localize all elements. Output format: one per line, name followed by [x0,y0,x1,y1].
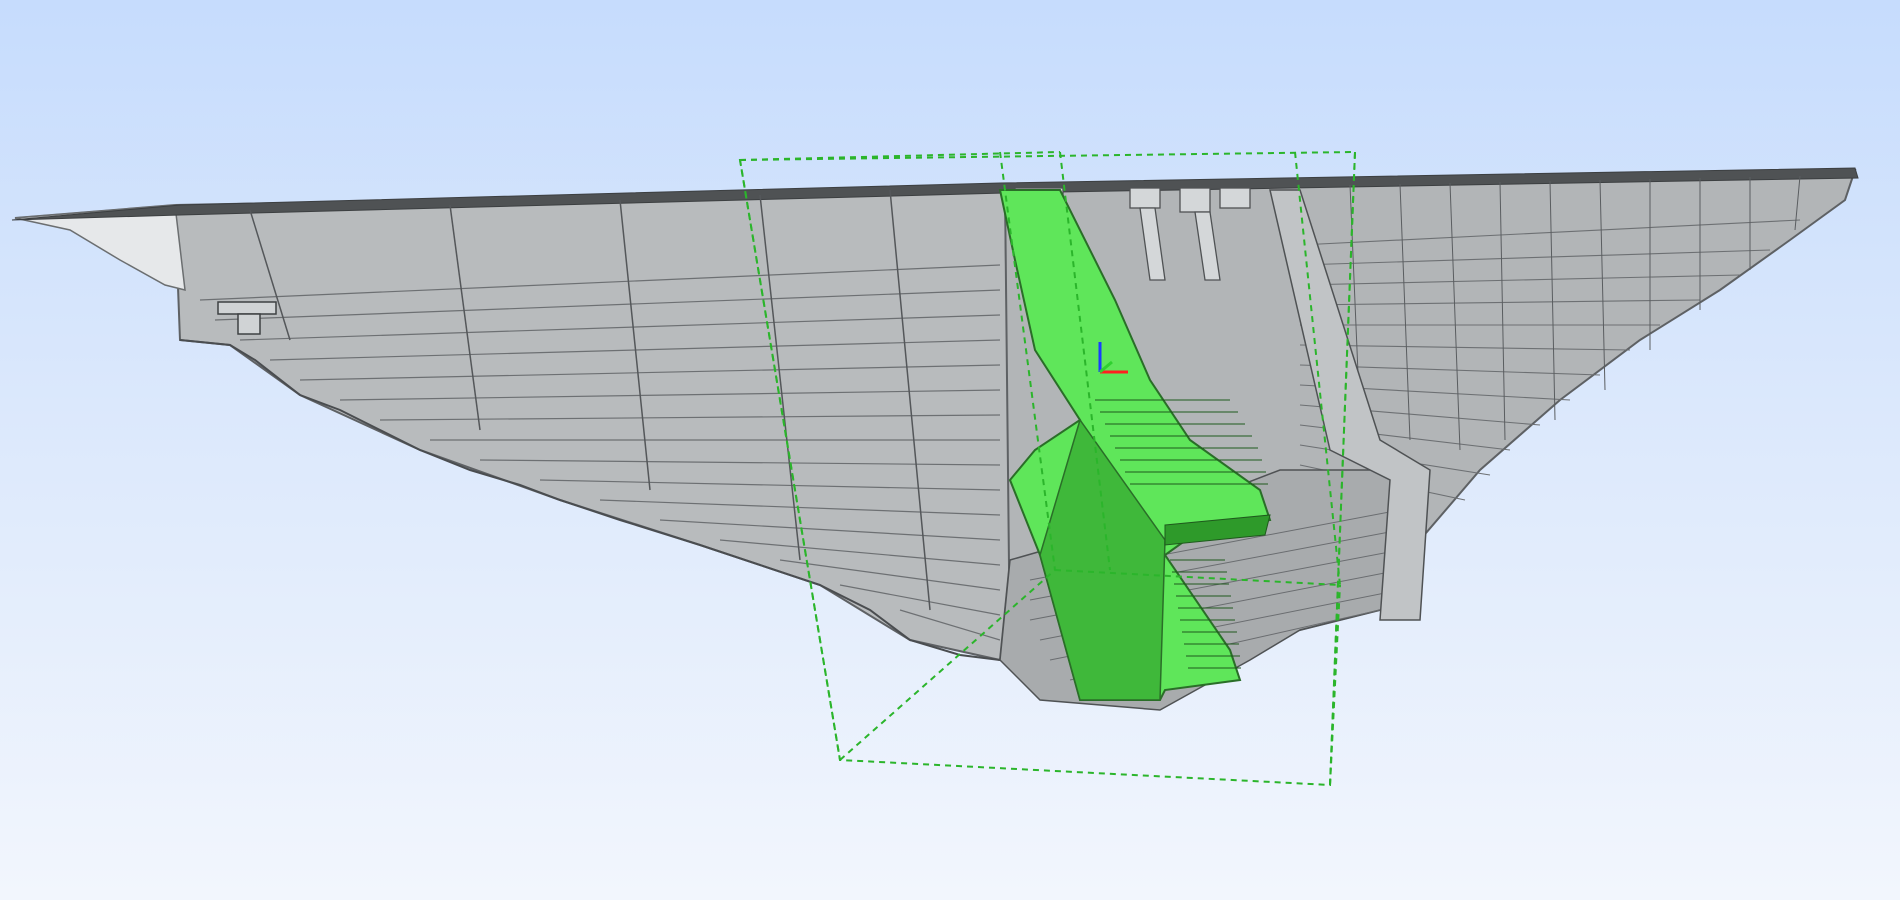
3d-viewport[interactable] [0,0,1900,900]
dam-model-scene[interactable] [0,0,1900,900]
